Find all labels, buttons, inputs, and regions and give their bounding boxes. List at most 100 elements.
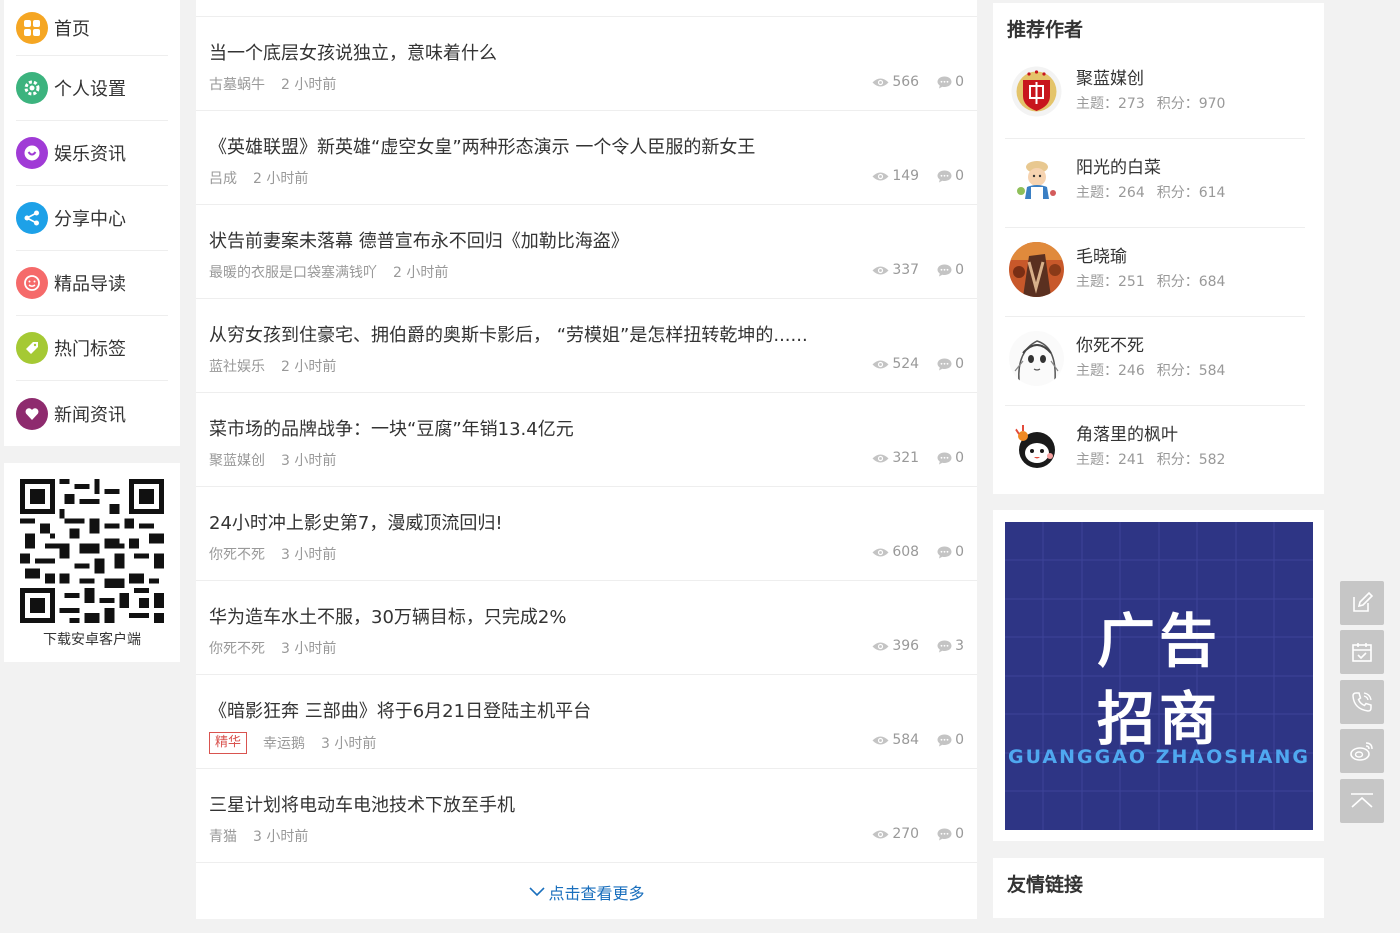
comment-icon	[937, 170, 952, 182]
nav-item-entertainment[interactable]: 娱乐资讯	[16, 121, 168, 186]
view-count: 337	[872, 262, 919, 278]
author-item[interactable]: 阳光的白菜 主题：264 积分：614	[1005, 139, 1305, 228]
article-item[interactable]: 状告前妻案未落幕 德普宣布永不回归《加勒比海盗》 最暖的衣服是口袋塞满钱吖 2 …	[196, 205, 977, 299]
cartoon-face-avatar[interactable]	[1009, 420, 1064, 475]
author-name[interactable]: 聚蓝媒创	[1076, 64, 1144, 89]
author-item[interactable]: 毛晓瑜 主题：251 积分：684	[1005, 228, 1305, 317]
photo-avatar[interactable]	[1009, 242, 1064, 297]
article-time: 2 小时前	[281, 359, 337, 375]
article-title[interactable]: 三星计划将电动车电池技术下放至手机	[209, 791, 515, 817]
cartoon-chef-avatar[interactable]	[1009, 153, 1064, 208]
article-item[interactable]: 《英雄联盟》新英雄“虚空女皇”两种形态演示 一个令人臣服的新女王 吕成 2 小时…	[196, 111, 977, 205]
friend-links-title: 友情链接	[1007, 874, 1084, 896]
load-more-button[interactable]: 点击查看更多	[196, 863, 977, 920]
nav-item-settings[interactable]: 个人设置	[16, 56, 168, 121]
share-icon	[16, 202, 48, 234]
comment-count-value: 0	[955, 356, 964, 372]
author-stats: 主题：241 积分：582	[1076, 449, 1225, 469]
author-item[interactable]: 你死不死 主题：246 积分：584	[1005, 317, 1305, 406]
smile-icon	[16, 137, 48, 169]
ad-banner[interactable]: 广告 招商 GUANGGAO ZHAOSHANG	[1005, 522, 1313, 830]
weibo-button[interactable]	[1340, 729, 1384, 773]
qr-caption: 下载安卓客户端	[43, 632, 141, 648]
comment-count: 0	[937, 732, 964, 748]
article-title[interactable]: 《暗影狂奔 三部曲》将于6月21日登陆主机平台	[209, 697, 591, 723]
article-item[interactable]: 三星计划将电动车电池技术下放至手机 青猫 3 小时前 270 0	[196, 769, 977, 863]
author-stats: 主题：251 积分：684	[1076, 271, 1225, 291]
nav-item-news[interactable]: 新闻资讯	[16, 381, 168, 446]
author-name[interactable]: 阳光的白菜	[1076, 153, 1161, 178]
eye-icon	[872, 78, 889, 86]
article-title[interactable]: 状告前妻案未落幕 德普宣布永不回归《加勒比海盗》	[209, 227, 629, 253]
author-item[interactable]: 聚蓝媒创 主题：273 积分：970	[1005, 50, 1305, 139]
comment-count: 0	[937, 168, 964, 184]
nav-item-hot-tags[interactable]: 热门标签	[16, 316, 168, 381]
comment-icon	[937, 76, 952, 88]
article-title[interactable]: 当一个底层女孩说独立，意味着什么	[209, 39, 497, 65]
author-name[interactable]: 角落里的枫叶	[1076, 420, 1178, 445]
eye-icon	[872, 172, 889, 180]
sketch-girl-avatar[interactable]	[1009, 331, 1064, 386]
ad-headline-2: 招商	[1096, 685, 1221, 753]
comment-count-value: 0	[955, 544, 964, 560]
article-author[interactable]: 蓝社娱乐	[209, 356, 265, 376]
view-count: 321	[872, 450, 919, 466]
author-stats: 主题：246 积分：584	[1076, 360, 1225, 380]
article-item[interactable]: 当一个底层女孩说独立，意味着什么 古墓蜗牛 2 小时前 566 0	[196, 17, 977, 111]
article-title[interactable]: 从穷女孩到住豪宅、拥伯爵的奥斯卡影后， “劳模姐”是怎样扭转乾坤的......	[209, 321, 808, 347]
article-title[interactable]: 华为造车水土不服，30万辆目标，只完成2%	[209, 603, 566, 629]
article-item[interactable]: 华为造车水土不服，30万辆目标，只完成2% 你死不死 3 小时前 396 3	[196, 581, 977, 675]
red-shield-avatar[interactable]	[1009, 64, 1064, 119]
tag-icon	[16, 332, 48, 364]
eye-icon	[872, 548, 889, 556]
article-title[interactable]: 菜市场的品牌战争：一块“豆腐”年销13.4亿元	[209, 415, 574, 441]
comment-icon	[937, 734, 952, 746]
sign-in-button[interactable]	[1340, 630, 1384, 674]
article-time: 3 小时前	[253, 829, 309, 845]
ad-box: 广告 招商 GUANGGAO ZHAOSHANG	[993, 510, 1324, 841]
nav-item-home[interactable]: 首页	[16, 0, 168, 56]
article-author[interactable]: 你死不死	[209, 638, 265, 658]
phone-icon	[1352, 692, 1372, 712]
comment-count: 0	[937, 262, 964, 278]
qr-code[interactable]	[20, 479, 164, 623]
article-author[interactable]: 吕成	[209, 168, 237, 188]
author-name[interactable]: 你死不死	[1076, 331, 1144, 356]
author-item[interactable]: 角落里的枫叶 主题：241 积分：582	[1005, 406, 1305, 495]
article-time: 2 小时前	[393, 265, 449, 281]
article-author[interactable]: 古墓蜗牛	[209, 74, 265, 94]
article-item[interactable]: 从穷女孩到住豪宅、拥伯爵的奥斯卡影后， “劳模姐”是怎样扭转乾坤的...... …	[196, 299, 977, 393]
article-author[interactable]: 聚蓝媒创	[209, 450, 265, 470]
comment-count: 0	[937, 826, 964, 842]
left-nav: 首页 个人设置 娱乐资讯 分享中心 精品导读 热门标签 新闻资讯	[4, 0, 180, 446]
article-item[interactable]: 《暗影狂奔 三部曲》将于6月21日登陆主机平台 精华 幸运鹅 3 小时前 584…	[196, 675, 977, 769]
back-to-top-icon	[1351, 793, 1373, 808]
article-stats: 396 3	[872, 638, 964, 654]
view-count-value: 524	[892, 356, 920, 372]
article-stats: 524 0	[872, 356, 964, 372]
article-item[interactable]: 24小时冲上影史第7，漫威顶流回归! 你死不死 3 小时前 608 0	[196, 487, 977, 581]
article-time: 2 小时前	[281, 77, 337, 93]
contact-button[interactable]	[1340, 680, 1384, 724]
comment-icon	[937, 452, 952, 464]
comment-count-value: 0	[955, 732, 964, 748]
article-title[interactable]: 24小时冲上影史第7，漫威顶流回归!	[209, 509, 503, 535]
article-time: 2 小时前	[253, 171, 309, 187]
author-score: 积分：582	[1156, 452, 1226, 468]
article-stats: 608 0	[872, 544, 964, 560]
article-author[interactable]: 最暖的衣服是口袋塞满钱吖	[209, 262, 377, 282]
author-name[interactable]: 毛晓瑜	[1076, 242, 1127, 267]
back-to-top-button[interactable]	[1340, 779, 1384, 823]
author-stats: 主题：273 积分：970	[1076, 93, 1225, 113]
eye-icon	[872, 830, 889, 838]
nav-item-featured[interactable]: 精品导读	[16, 251, 168, 316]
article-author[interactable]: 幸运鹅	[263, 733, 305, 753]
eye-icon	[872, 360, 889, 368]
article-title[interactable]: 《英雄联盟》新英雄“虚空女皇”两种形态演示 一个令人臣服的新女王	[209, 133, 755, 159]
article-item[interactable]: 菜市场的品牌战争：一块“豆腐”年销13.4亿元 聚蓝媒创 3 小时前 321 0	[196, 393, 977, 487]
article-author[interactable]: 青猫	[209, 826, 237, 846]
comment-count-value: 0	[955, 74, 964, 90]
edit-button[interactable]	[1340, 581, 1384, 625]
article-author[interactable]: 你死不死	[209, 544, 265, 564]
nav-item-share[interactable]: 分享中心	[16, 186, 168, 251]
